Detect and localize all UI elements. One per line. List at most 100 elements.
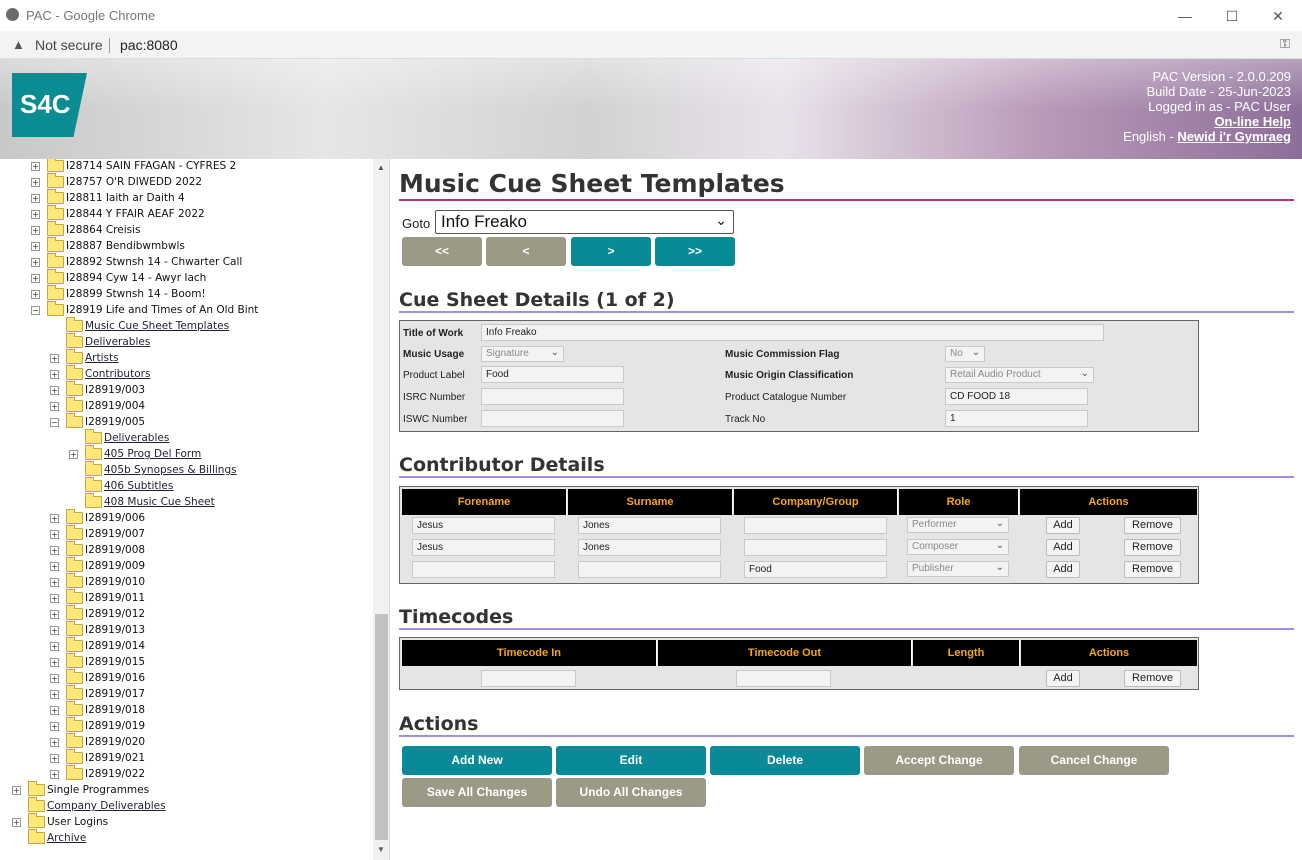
previous-record-button[interactable]: < xyxy=(486,237,566,266)
tree-item-label[interactable]: I28919/007 xyxy=(85,528,145,540)
expand-icon[interactable]: + xyxy=(31,178,40,187)
tree-item-label[interactable]: Deliverables xyxy=(104,432,169,444)
tree-item-label[interactable]: I28919/003 xyxy=(85,384,145,396)
expand-icon[interactable]: + xyxy=(50,610,59,619)
tree-item-label[interactable]: Music Cue Sheet Templates xyxy=(85,320,229,332)
tree-item-label[interactable]: I28919/018 xyxy=(85,704,145,716)
tree-item-label[interactable]: I28919/022 xyxy=(85,768,145,780)
expand-icon[interactable]: + xyxy=(69,450,78,459)
online-help-link[interactable]: On-line Help xyxy=(1214,114,1291,129)
tree-item-label[interactable]: User Logins xyxy=(47,816,108,828)
expand-icon[interactable]: + xyxy=(50,658,59,667)
role-select[interactable]: Publisher ⌄ xyxy=(907,561,1009,577)
tree-item-label[interactable]: Company Deliverables xyxy=(47,800,166,812)
tree-item[interactable]: − I28919 Life and Times of An Old Bint xyxy=(0,301,370,319)
timecode-out-input[interactable] xyxy=(736,670,831,687)
expand-icon[interactable]: + xyxy=(50,402,59,411)
company-input[interactable] xyxy=(744,517,887,534)
tree-item[interactable]: + I28919/022 xyxy=(0,765,370,783)
address-bar[interactable]: ▲ Not secure pac:8080 ⚿ xyxy=(0,31,1302,59)
role-select[interactable]: Performer ⌄ xyxy=(907,517,1009,533)
forename-input[interactable]: Jesus xyxy=(412,517,555,534)
expand-icon[interactable]: + xyxy=(31,258,40,267)
catalogue-number-input[interactable]: CD FOOD 18 xyxy=(945,388,1088,405)
title-of-work-input[interactable]: Info Freako xyxy=(481,324,1104,341)
tree-item-label[interactable]: I28864 Creisis xyxy=(66,224,141,236)
add-contributor-button[interactable]: Add xyxy=(1046,517,1080,534)
tree-item-label[interactable]: I28899 Stwnsh 14 - Boom! xyxy=(66,288,206,300)
surname-input[interactable] xyxy=(578,561,721,578)
expand-icon[interactable]: + xyxy=(50,354,59,363)
tree-item-label[interactable]: I28892 Stwnsh 14 - Chwarter Call xyxy=(66,256,242,268)
expand-icon[interactable]: + xyxy=(50,642,59,651)
tree-item-label[interactable]: I28919/008 xyxy=(85,544,145,556)
tree-item[interactable]: Company Deliverables xyxy=(0,797,370,815)
expand-icon[interactable]: + xyxy=(50,690,59,699)
tree-item[interactable]: + I28919/009 xyxy=(0,557,370,575)
iswc-number-input[interactable] xyxy=(481,410,624,427)
tree-item[interactable]: + Contributors xyxy=(0,365,370,383)
maximize-button[interactable]: ☐ xyxy=(1209,4,1255,28)
music-usage-select[interactable]: Signature ⌄ xyxy=(481,346,564,362)
tree-item-label[interactable]: I28919/017 xyxy=(85,688,145,700)
tree-item-label[interactable]: Artists xyxy=(85,352,119,364)
key-icon[interactable]: ⚿ xyxy=(1280,36,1290,52)
commission-flag-select[interactable]: No ⌄ xyxy=(945,346,985,362)
tree-item-label[interactable]: I28919/020 xyxy=(85,736,145,748)
tree-item-label[interactable]: I28919/019 xyxy=(85,720,145,732)
expand-icon[interactable]: + xyxy=(50,626,59,635)
isrc-number-input[interactable] xyxy=(481,388,624,405)
tree-item-label[interactable]: 405b Synopses & Billings xyxy=(104,464,237,476)
first-record-button[interactable]: << xyxy=(402,237,482,266)
tree-item[interactable]: Archive xyxy=(0,829,370,847)
expand-icon[interactable]: + xyxy=(50,706,59,715)
role-select[interactable]: Composer ⌄ xyxy=(907,539,1009,555)
tree-item-label[interactable]: Deliverables xyxy=(85,336,150,348)
tree-item-label[interactable]: I28919/015 xyxy=(85,656,145,668)
tree-item-label[interactable]: I28919/011 xyxy=(85,592,145,604)
tree-item[interactable]: 408 Music Cue Sheet xyxy=(0,493,370,511)
track-no-input[interactable]: 1 xyxy=(945,410,1088,427)
product-label-input[interactable]: Food xyxy=(481,366,624,383)
tree-item[interactable]: + I28919/020 xyxy=(0,733,370,751)
tree-item[interactable]: + I28919/016 xyxy=(0,669,370,687)
expand-icon[interactable]: + xyxy=(31,274,40,283)
add-new-button[interactable]: Add New xyxy=(402,746,552,775)
expand-icon[interactable]: + xyxy=(50,722,59,731)
tree-item[interactable]: + I28919/007 xyxy=(0,525,370,543)
tree-item-label[interactable]: Archive xyxy=(47,832,86,844)
save-all-changes-button[interactable]: Save All Changes xyxy=(402,778,552,807)
language-switch-link[interactable]: Newid i'r Gymraeg xyxy=(1177,129,1291,144)
tree-item[interactable]: + I28919/012 xyxy=(0,605,370,623)
tree-item[interactable]: + I28919/008 xyxy=(0,541,370,559)
expand-icon[interactable]: + xyxy=(50,370,59,379)
next-record-button[interactable]: > xyxy=(571,237,651,266)
expand-icon[interactable]: + xyxy=(50,770,59,779)
expand-icon[interactable]: + xyxy=(31,242,40,251)
tree-item-label[interactable]: I28919/009 xyxy=(85,560,145,572)
expand-icon[interactable]: + xyxy=(50,674,59,683)
add-contributor-button[interactable]: Add xyxy=(1046,539,1080,556)
tree-item-label[interactable]: I28919/005 xyxy=(85,416,145,428)
expand-icon[interactable]: + xyxy=(50,562,59,571)
collapse-icon[interactable]: − xyxy=(50,418,59,427)
timecode-in-input[interactable] xyxy=(481,670,576,687)
tree-item[interactable]: + I28919/010 xyxy=(0,573,370,591)
tree-item-label[interactable]: I28919/010 xyxy=(85,576,145,588)
tree-item[interactable]: + I28919/014 xyxy=(0,637,370,655)
close-button[interactable]: ✕ xyxy=(1255,4,1301,28)
cancel-change-button[interactable]: Cancel Change xyxy=(1019,746,1169,775)
tree-item-label[interactable]: I28919/004 xyxy=(85,400,145,412)
tree-item[interactable]: + Artists xyxy=(0,349,370,367)
expand-icon[interactable]: + xyxy=(50,386,59,395)
expand-icon[interactable]: + xyxy=(50,530,59,539)
tree-item[interactable]: + I28919/011 xyxy=(0,589,370,607)
goto-select[interactable]: Info Freako ⌄ xyxy=(435,210,734,234)
remove-contributor-button[interactable]: Remove xyxy=(1124,539,1181,556)
surname-input[interactable]: Jones xyxy=(578,517,721,534)
tree-item-label[interactable]: I28894 Cyw 14 - Awyr Iach xyxy=(66,272,206,284)
minimize-button[interactable]: — xyxy=(1162,4,1208,28)
scrollbar-thumb[interactable] xyxy=(375,614,388,840)
tree-item[interactable]: + I28919/013 xyxy=(0,621,370,639)
expand-icon[interactable]: + xyxy=(31,226,40,235)
